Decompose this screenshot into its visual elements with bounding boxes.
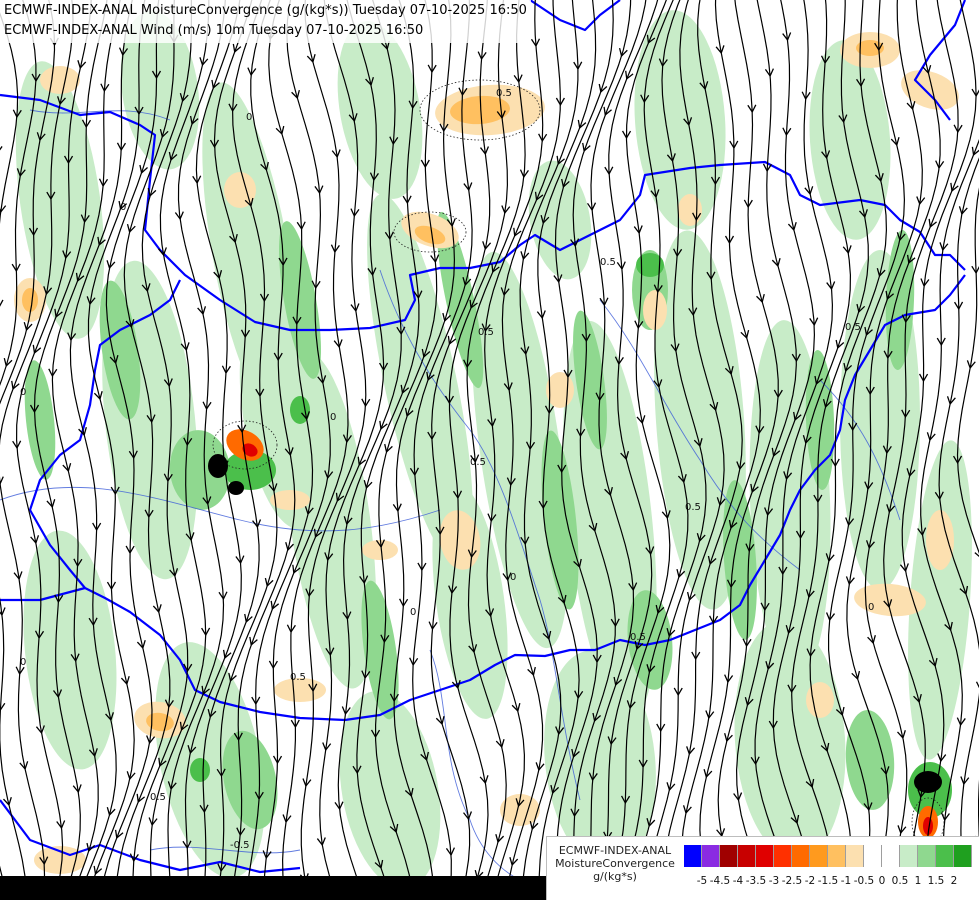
convergence-area	[23, 530, 117, 770]
contour-label: 0	[246, 112, 252, 123]
legend-swatch	[738, 845, 756, 867]
legend-tick: -3	[768, 875, 780, 887]
legend-swatch	[828, 845, 846, 867]
divergence-area	[362, 540, 398, 560]
legend-swatch	[882, 845, 900, 867]
legend-tick: -2	[804, 875, 816, 887]
legend-tick: -2.5	[781, 875, 803, 887]
convergence-area	[809, 40, 891, 240]
legend-tick: -5	[696, 875, 708, 887]
legend-swatch	[864, 845, 882, 867]
wind-arrow-icon	[0, 145, 3, 155]
map-title-box: ECMWF-INDEX-ANAL MoistureConvergence (g/…	[0, 0, 531, 43]
legend-field-label: MoistureConvergence	[555, 857, 675, 870]
contour-label: 0	[410, 607, 416, 618]
convergence-area	[845, 710, 895, 810]
legend-swatch	[954, 845, 972, 867]
legend-tick: -4	[732, 875, 744, 887]
wind-arrow-icon	[0, 299, 4, 309]
divergence-area	[926, 510, 954, 570]
contour-label: 0.5	[630, 632, 646, 643]
legend-tick: -0.5	[853, 875, 875, 887]
contour-label: 0.5	[496, 88, 512, 99]
legend-tick: -3.5	[745, 875, 767, 887]
legend-tick: 1	[914, 875, 922, 887]
divergence-area	[22, 288, 38, 312]
legend-swatch	[936, 845, 954, 867]
wind-streamline	[0, 12, 19, 225]
map-canvas: 0.5 0 0.5 0.5 0.5 0 0.5 0.5 0.5 0 0.5 0.…	[0, 0, 979, 900]
divergence-area	[806, 682, 834, 718]
contour-label: 0.5	[600, 257, 616, 268]
convergence-peak	[228, 481, 244, 495]
legend-model-label: ECMWF-INDEX-ANAL	[558, 844, 672, 857]
legend-units-label: g/(kg*s)	[593, 870, 637, 883]
divergence-area	[40, 66, 80, 94]
field-title: ECMWF-INDEX-ANAL MoistureConvergence (g/…	[4, 3, 527, 18]
wind-streamline	[956, 187, 979, 900]
divergence-area	[901, 70, 959, 110]
legend-tick: 0	[878, 875, 886, 887]
divergence-area	[678, 194, 702, 226]
legend-swatch	[684, 845, 702, 867]
contour-label: 0	[330, 412, 336, 423]
wind-title: ECMWF-INDEX-ANAL Wind (m/s) 10m Tuesday …	[4, 23, 424, 38]
color-legend: ECMWF-INDEX-ANAL MoistureConvergence g/(…	[546, 836, 979, 900]
legend-tick: 1.5	[927, 875, 945, 887]
legend-tick: 0.5	[891, 875, 909, 887]
legend-tick: -1	[840, 875, 852, 887]
legend-title: ECMWF-INDEX-ANAL MoistureConvergence g/(…	[551, 844, 679, 883]
legend-color-scale	[684, 845, 972, 867]
legend-swatch	[918, 845, 936, 867]
legend-swatch	[792, 845, 810, 867]
convergence-area	[337, 21, 423, 199]
convergence-core	[190, 758, 210, 782]
legend-tick: -4.5	[709, 875, 731, 887]
legend-swatch	[900, 845, 918, 867]
wind-arrow-icon	[0, 476, 4, 486]
contour-label: 0	[868, 602, 874, 613]
legend-swatch	[810, 845, 828, 867]
legend-tick: 2	[950, 875, 958, 887]
bottom-mask-bar	[0, 876, 546, 900]
legend-swatch	[774, 845, 792, 867]
legend-tick-labels: -5 -4.5 -4 -3.5 -3 -2.5 -2 -1.5 -1 -0.5 0 0.5 1 1.5 2	[684, 875, 974, 889]
legend-swatch	[720, 845, 738, 867]
legend-tick: -1.5	[817, 875, 839, 887]
legend-swatch	[702, 845, 720, 867]
legend-swatch	[756, 845, 774, 867]
legend-swatch	[846, 845, 864, 867]
moisture-convergence-map: 0.5 0 0.5 0.5 0.5 0 0.5 0.5 0.5 0 0.5 0.…	[0, 0, 979, 900]
